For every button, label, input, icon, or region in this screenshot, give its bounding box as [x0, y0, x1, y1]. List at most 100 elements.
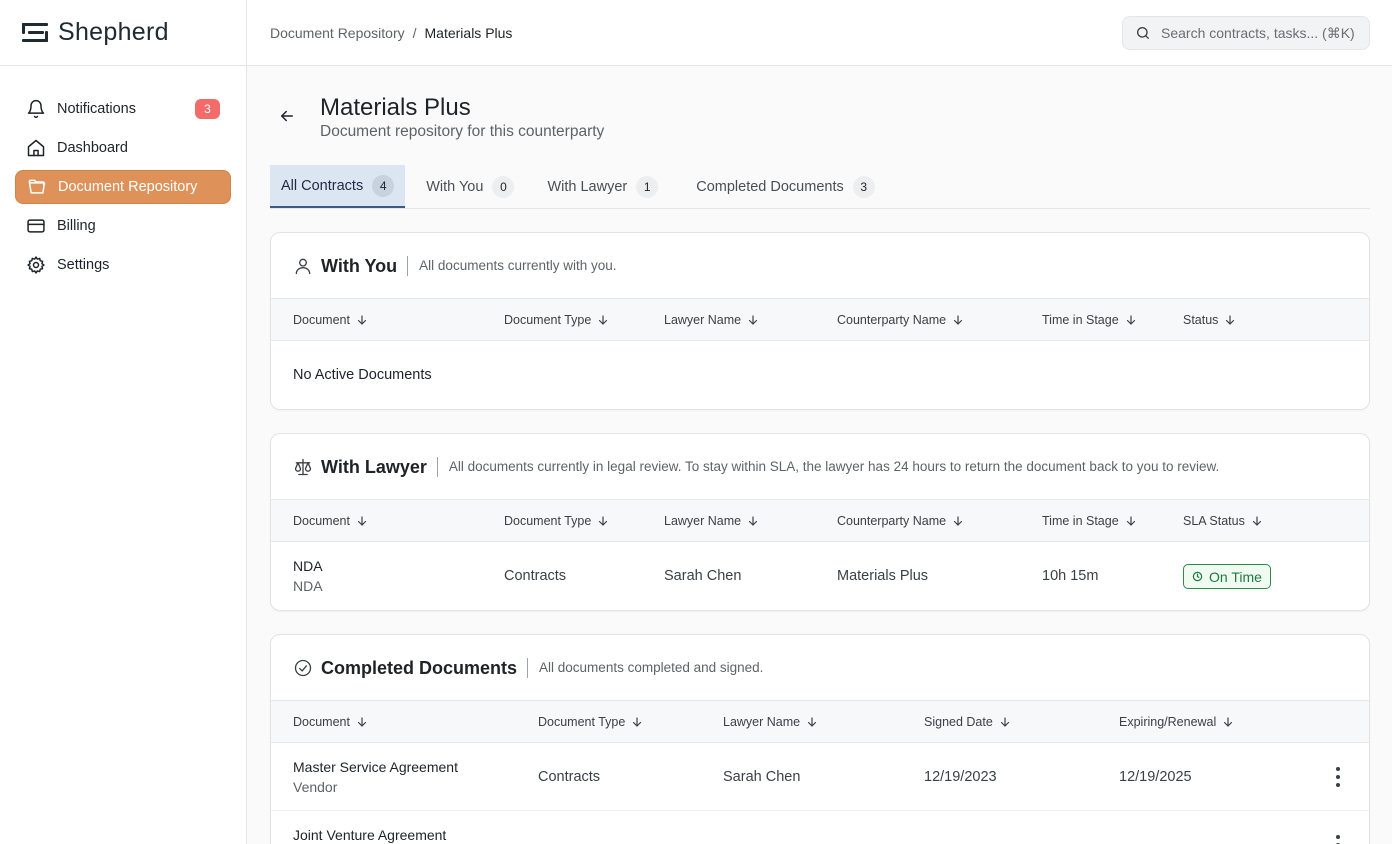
sort-arrow-icon	[599, 516, 608, 526]
back-arrow-icon[interactable]	[278, 107, 296, 125]
document-subtype: NDA	[293, 578, 323, 594]
column-header-document-type[interactable]: Document Type	[504, 313, 609, 327]
search-box[interactable]	[1122, 16, 1370, 50]
tab-label: All Contracts	[281, 177, 364, 194]
column-header-document-type[interactable]: Document Type	[504, 514, 609, 528]
column-label: SLA Status	[1183, 514, 1245, 528]
with-lawyer-section: With Lawyer All documents currently in l…	[270, 433, 1370, 611]
cell-document-type: Contracts	[504, 568, 567, 584]
table-header: Document Document Type Lawyer Name Count…	[271, 499, 1369, 542]
column-header-time-in-stage[interactable]: Time in Stage	[1042, 313, 1137, 327]
sort-arrow-icon	[808, 717, 817, 727]
table-row[interactable]: Master Service Agreement Vendor Contract…	[271, 743, 1369, 811]
column-label: Counterparty Name	[837, 514, 947, 528]
credit-card-icon	[25, 215, 47, 237]
column-label: Document Type	[538, 715, 626, 729]
section-description: All documents currently in legal review.…	[448, 459, 1220, 474]
sidebar-item-billing[interactable]: Billing	[15, 209, 231, 243]
tab-count-badge: 0	[492, 175, 515, 198]
logo[interactable]: Shepherd	[0, 0, 246, 66]
home-icon	[25, 137, 47, 159]
column-header-expiring-renewal[interactable]: Expiring/Renewal	[1119, 715, 1234, 729]
section-header: Completed Documents All documents comple…	[271, 635, 1369, 700]
more-options-icon[interactable]	[1335, 767, 1341, 787]
cell-lawyer-name: Sarah Chen	[723, 769, 801, 785]
sort-arrow-icon	[633, 717, 642, 727]
user-icon	[293, 256, 313, 276]
column-header-signed-date[interactable]: Signed Date	[924, 715, 1011, 729]
table-row[interactable]: NDA NDA Contracts Sarah Chen Materials P…	[271, 542, 1369, 610]
tab-completed-documents[interactable]: Completed Documents 3	[685, 165, 886, 208]
cell-lawyer-name: Sarah Chen	[664, 568, 742, 584]
sidebar-item-dashboard[interactable]: Dashboard	[15, 131, 231, 165]
column-header-lawyer-name[interactable]: Lawyer Name	[723, 715, 818, 729]
cell-document: NDA NDA	[293, 558, 323, 594]
logo-mark-icon	[22, 22, 50, 43]
sidebar-item-notifications[interactable]: Notifications 3	[15, 92, 231, 126]
check-circle-icon	[293, 658, 313, 678]
scale-icon	[293, 457, 313, 477]
column-label: Document	[293, 514, 350, 528]
section-title: With Lawyer	[321, 456, 438, 477]
column-label: Time in Stage	[1042, 313, 1119, 327]
tab-label: Completed Documents	[696, 178, 844, 195]
empty-state-text: No Active Documents	[293, 367, 432, 383]
bell-icon	[25, 98, 47, 120]
column-header-lawyer-name[interactable]: Lawyer Name	[664, 313, 759, 327]
breadcrumb-parent[interactable]: Document Repository	[270, 25, 405, 41]
section-description: All documents completed and signed.	[539, 660, 764, 675]
sort-arrow-icon	[749, 516, 758, 526]
tab-count-badge: 1	[636, 175, 659, 198]
cell-counterparty-name: Materials Plus	[837, 568, 929, 584]
section-header: With You All documents currently with yo…	[271, 233, 1369, 298]
breadcrumb-separator: /	[412, 24, 417, 41]
sort-arrow-icon	[1126, 516, 1135, 526]
column-header-document[interactable]: Document	[293, 514, 368, 528]
column-header-lawyer-name[interactable]: Lawyer Name	[664, 514, 759, 528]
column-header-document[interactable]: Document	[293, 313, 368, 327]
column-label: Document Type	[504, 313, 592, 327]
breadcrumb-current: Materials Plus	[424, 24, 513, 41]
column-header-time-in-stage[interactable]: Time in Stage	[1042, 514, 1137, 528]
sort-arrow-icon	[953, 315, 963, 325]
sort-arrow-icon	[1224, 717, 1233, 727]
sidebar-item-settings[interactable]: Settings	[15, 248, 231, 282]
sidebar: Shepherd Notifications 3 Dashboard Docum…	[0, 0, 247, 844]
column-label: Counterparty Name	[837, 313, 947, 327]
breadcrumb: Document Repository / Materials Plus	[270, 25, 512, 41]
gear-icon	[25, 254, 47, 276]
column-label: Lawyer Name	[664, 313, 742, 327]
column-header-counterparty-name[interactable]: Counterparty Name	[837, 514, 964, 528]
notification-count-badge: 3	[195, 99, 220, 119]
column-label: Time in Stage	[1042, 514, 1119, 528]
column-label: Signed Date	[924, 715, 993, 729]
sort-arrow-icon	[1226, 315, 1235, 325]
more-options-icon[interactable]	[1335, 835, 1341, 844]
column-header-document-type[interactable]: Document Type	[538, 715, 643, 729]
tab-label: With You	[426, 178, 484, 195]
column-header-document[interactable]: Document	[293, 715, 368, 729]
cell-document: Master Service Agreement Vendor	[293, 759, 458, 795]
cell-document: Joint Venture Agreement	[293, 827, 446, 844]
tab-with-you[interactable]: With You 0	[415, 165, 525, 208]
page-header: Materials Plus Document repository for t…	[270, 67, 1370, 165]
with-you-section: With You All documents currently with yo…	[270, 232, 1370, 410]
document-subtype: Vendor	[293, 779, 338, 795]
tab-with-lawyer[interactable]: With Lawyer 1	[536, 165, 669, 208]
cell-document-type: Contracts	[538, 769, 601, 785]
tab-label: With Lawyer	[547, 178, 628, 195]
cell-expiring-renewal: 12/19/2025	[1119, 769, 1192, 785]
table-row[interactable]: Joint Venture Agreement	[271, 811, 1369, 844]
tab-bar: All Contracts 4 With You 0 With Lawyer 1…	[270, 165, 1370, 209]
column-label: Document	[293, 715, 350, 729]
section-description: All documents currently with you.	[419, 258, 617, 273]
column-header-sla-status[interactable]: SLA Status	[1183, 514, 1263, 528]
sidebar-item-document-repository[interactable]: Document Repository	[15, 170, 231, 204]
column-header-counterparty-name[interactable]: Counterparty Name	[837, 313, 964, 327]
sort-arrow-icon	[953, 516, 963, 526]
column-label: Lawyer Name	[723, 715, 801, 729]
tab-all-contracts[interactable]: All Contracts 4	[270, 165, 406, 208]
page-title: Materials Plus	[320, 94, 471, 121]
search-input[interactable]	[1161, 25, 1361, 41]
column-header-status[interactable]: Status	[1183, 313, 1236, 327]
